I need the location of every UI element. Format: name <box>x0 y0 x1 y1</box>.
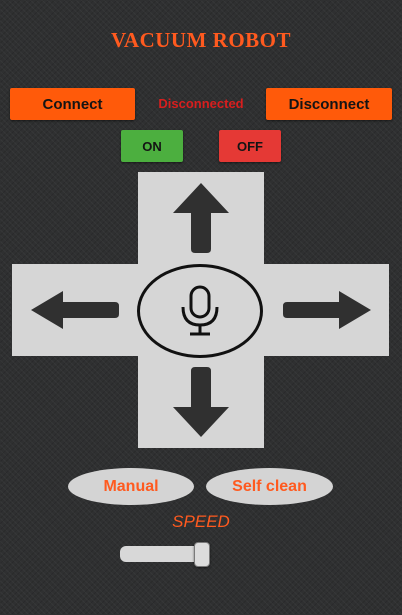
connect-button[interactable]: Connect <box>10 88 135 120</box>
app-title: VACUUM ROBOT <box>110 28 292 52</box>
self-clean-button[interactable]: Self clean <box>206 468 333 505</box>
on-button[interactable]: ON <box>121 130 183 162</box>
disconnect-button[interactable]: Disconnect <box>266 88 392 120</box>
speed-label: SPEED <box>172 512 230 531</box>
voice-command-button[interactable] <box>137 264 263 358</box>
move-backward-button[interactable] <box>138 356 264 448</box>
arrow-left-icon <box>31 291 119 329</box>
turn-right-button[interactable] <box>264 264 389 356</box>
connection-status: Disconnected <box>158 96 244 111</box>
microphone-icon <box>181 285 219 336</box>
manual-mode-button[interactable]: Manual <box>68 468 194 505</box>
off-button[interactable]: OFF <box>219 130 281 162</box>
arrow-down-icon <box>173 367 229 437</box>
arrow-right-icon <box>282 291 371 329</box>
speed-slider-thumb[interactable] <box>194 542 210 567</box>
arrow-up-icon <box>173 183 229 253</box>
move-forward-button[interactable] <box>138 172 264 264</box>
turn-left-button[interactable] <box>12 264 138 356</box>
